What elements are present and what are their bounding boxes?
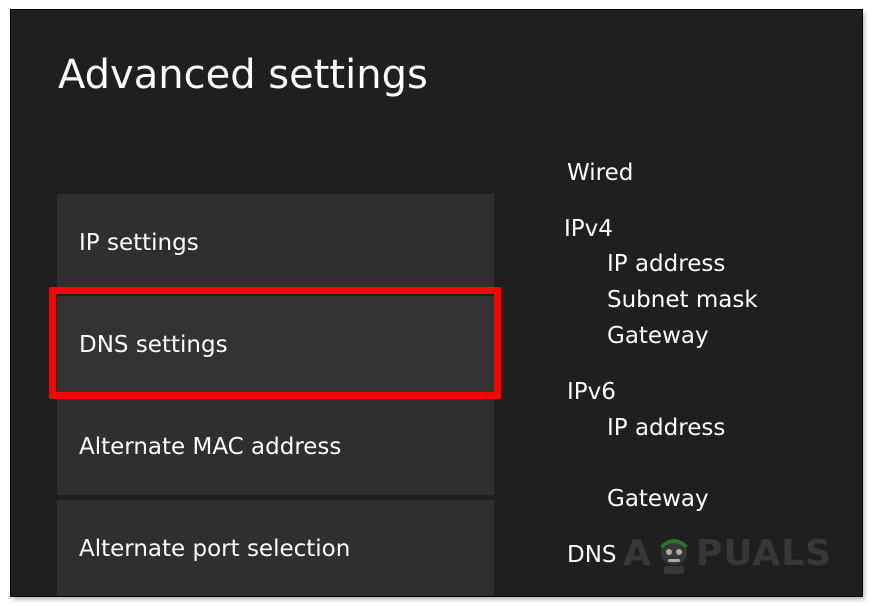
- ipv6-ip-address-label: IP address: [607, 415, 726, 441]
- mascot-logo-icon: [659, 539, 688, 574]
- appuals-watermark: A PUALS: [623, 530, 832, 576]
- menu-item-label: Alternate MAC address: [79, 433, 342, 460]
- ipv4-subnet-mask-label: Subnet mask: [607, 287, 758, 313]
- menu-item-ip-settings[interactable]: IP settings: [57, 194, 494, 291]
- ipv6-gateway-label: Gateway: [607, 486, 709, 512]
- menu-item-alternate-mac-address[interactable]: Alternate MAC address: [57, 398, 494, 495]
- ipv6-heading: IPv6: [567, 379, 616, 405]
- settings-screen: Advanced settings IP settings DNS settin…: [11, 10, 862, 596]
- dns-heading: DNS: [567, 542, 617, 568]
- menu-item-dns-settings[interactable]: DNS settings: [57, 296, 494, 393]
- menu-item-label: IP settings: [79, 229, 199, 256]
- ipv4-ip-address-label: IP address: [607, 251, 726, 277]
- watermark-text-right: PUALS: [695, 532, 833, 574]
- watermark-text-left: A: [623, 532, 652, 574]
- ipv4-heading: IPv4: [564, 216, 613, 242]
- menu-item-label: DNS settings: [79, 331, 228, 358]
- menu-item-alternate-port-selection[interactable]: Alternate port selection: [57, 500, 494, 596]
- menu-item-label: Alternate port selection: [79, 535, 351, 562]
- page-title: Advanced settings: [58, 52, 428, 98]
- connection-type: Wired: [567, 160, 634, 186]
- ipv4-gateway-label: Gateway: [607, 323, 709, 349]
